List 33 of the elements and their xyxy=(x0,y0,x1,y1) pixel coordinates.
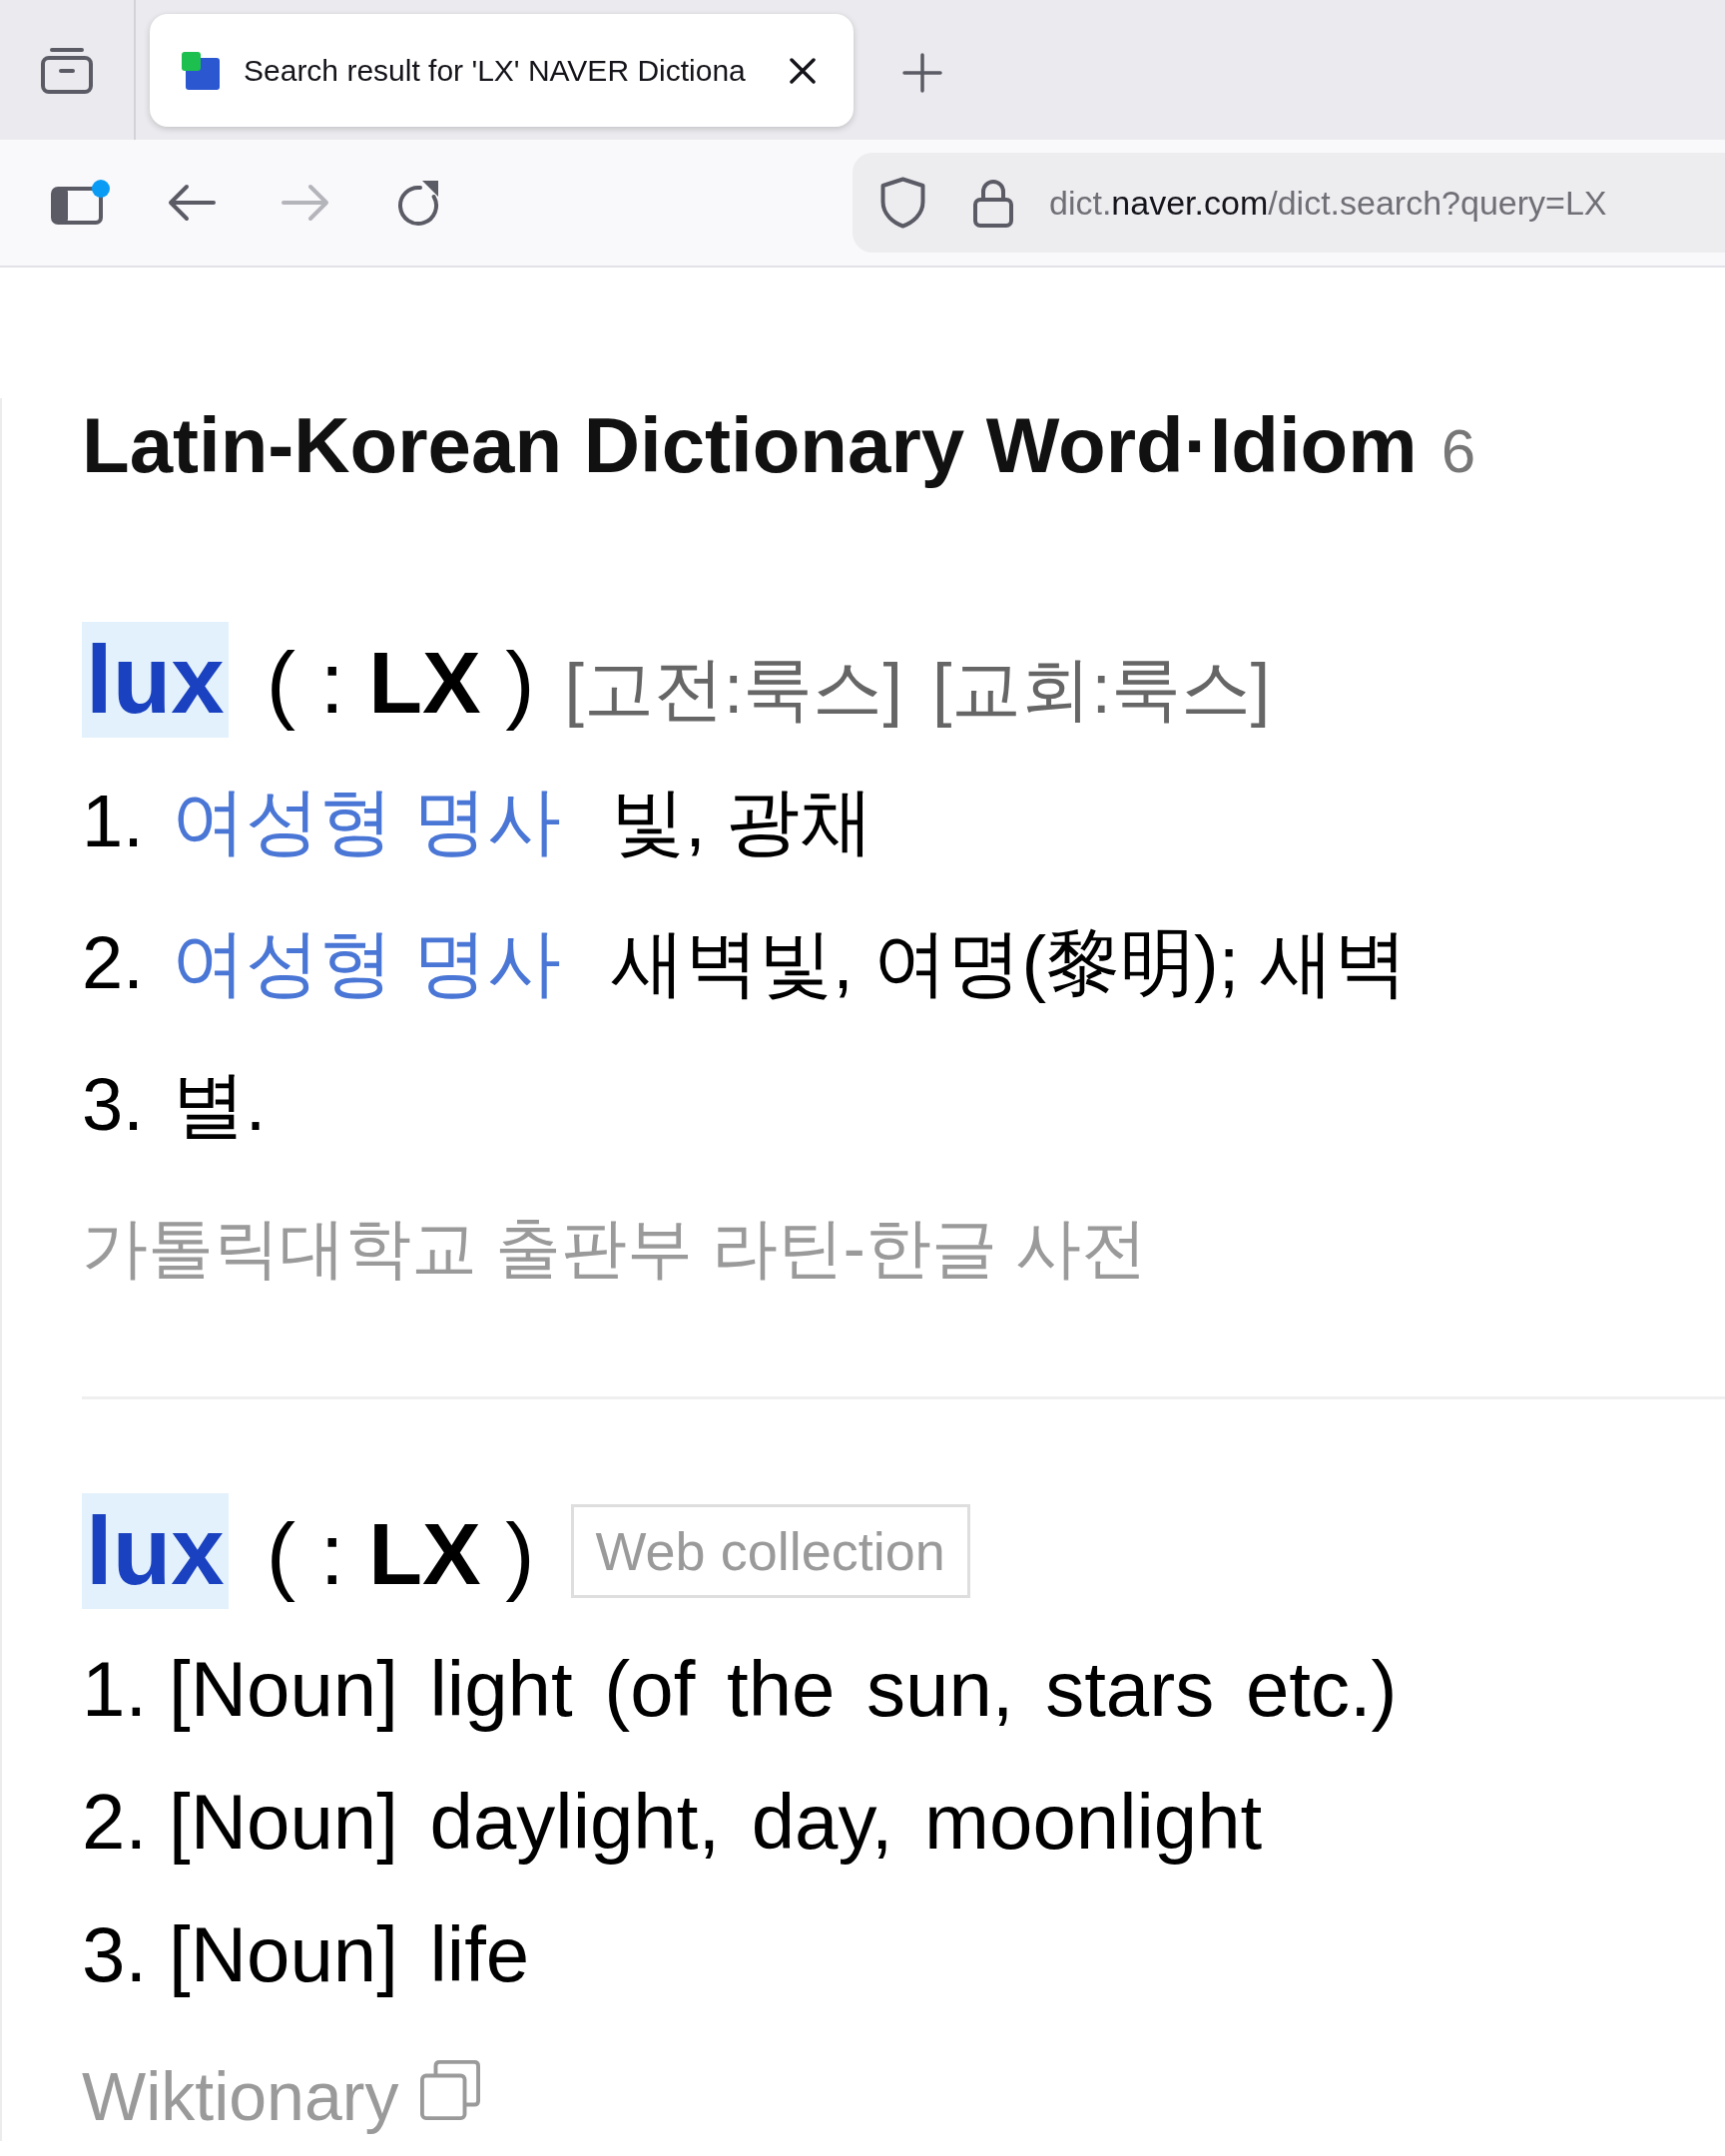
url-text: dict.naver.com/dict.search?query=LX xyxy=(1049,182,1607,224)
lock-icon[interactable] xyxy=(972,178,1014,228)
sense-number: 2. xyxy=(82,921,144,1004)
sense-number: 1. xyxy=(82,780,144,862)
spelling-text: ( : LX ) xyxy=(266,632,535,734)
sense-number: 1. xyxy=(82,1645,148,1733)
definition-text: 빛, 광채 xyxy=(611,780,874,862)
shield-icon[interactable] xyxy=(880,177,925,229)
part-of-speech-link[interactable]: 여성형 명사 xyxy=(171,780,562,862)
result-count: 6 xyxy=(1440,415,1476,487)
part-of-speech-link[interactable]: 여성형 명사 xyxy=(171,921,562,1004)
headword-link[interactable]: lux xyxy=(82,1493,229,1609)
sense-number: 3. xyxy=(82,1910,148,1998)
section-title: Latin-Korean Dictionary Word·Idiom xyxy=(82,400,1418,491)
definition-text: [Noun] light (of the sun, stars etc.) xyxy=(169,1645,1398,1733)
sense-number: 2. xyxy=(82,1778,148,1866)
browser-tab[interactable]: Search result for 'LX' NAVER Dictiona xyxy=(150,14,854,127)
pronunciation-text: [고전:룩스] xyxy=(564,649,902,730)
definition-text: 새벽빛, 여명(黎明); 새벽 xyxy=(611,921,1408,1004)
tiles-icon xyxy=(182,51,220,90)
sense-number: 3. xyxy=(82,1063,144,1146)
definition-text: [Noun] daylight, day, moonlight xyxy=(169,1778,1263,1866)
source-tag: Web collection xyxy=(570,1504,970,1598)
close-icon xyxy=(790,57,816,84)
pronunciation-text: [교회:룩스] xyxy=(931,649,1271,730)
overlapping-squares-icon xyxy=(420,2060,481,2120)
box-icon[interactable] xyxy=(40,46,94,94)
address-bar[interactable]: dict.naver.com/dict.search?query=LX xyxy=(853,153,1725,253)
spelling-text: ( : LX ) xyxy=(266,1503,535,1605)
plus-icon xyxy=(902,53,942,93)
definition-text: 별. xyxy=(171,1063,267,1146)
headword-link[interactable]: lux xyxy=(82,622,229,738)
definition-text: [Noun] life xyxy=(169,1910,530,1998)
